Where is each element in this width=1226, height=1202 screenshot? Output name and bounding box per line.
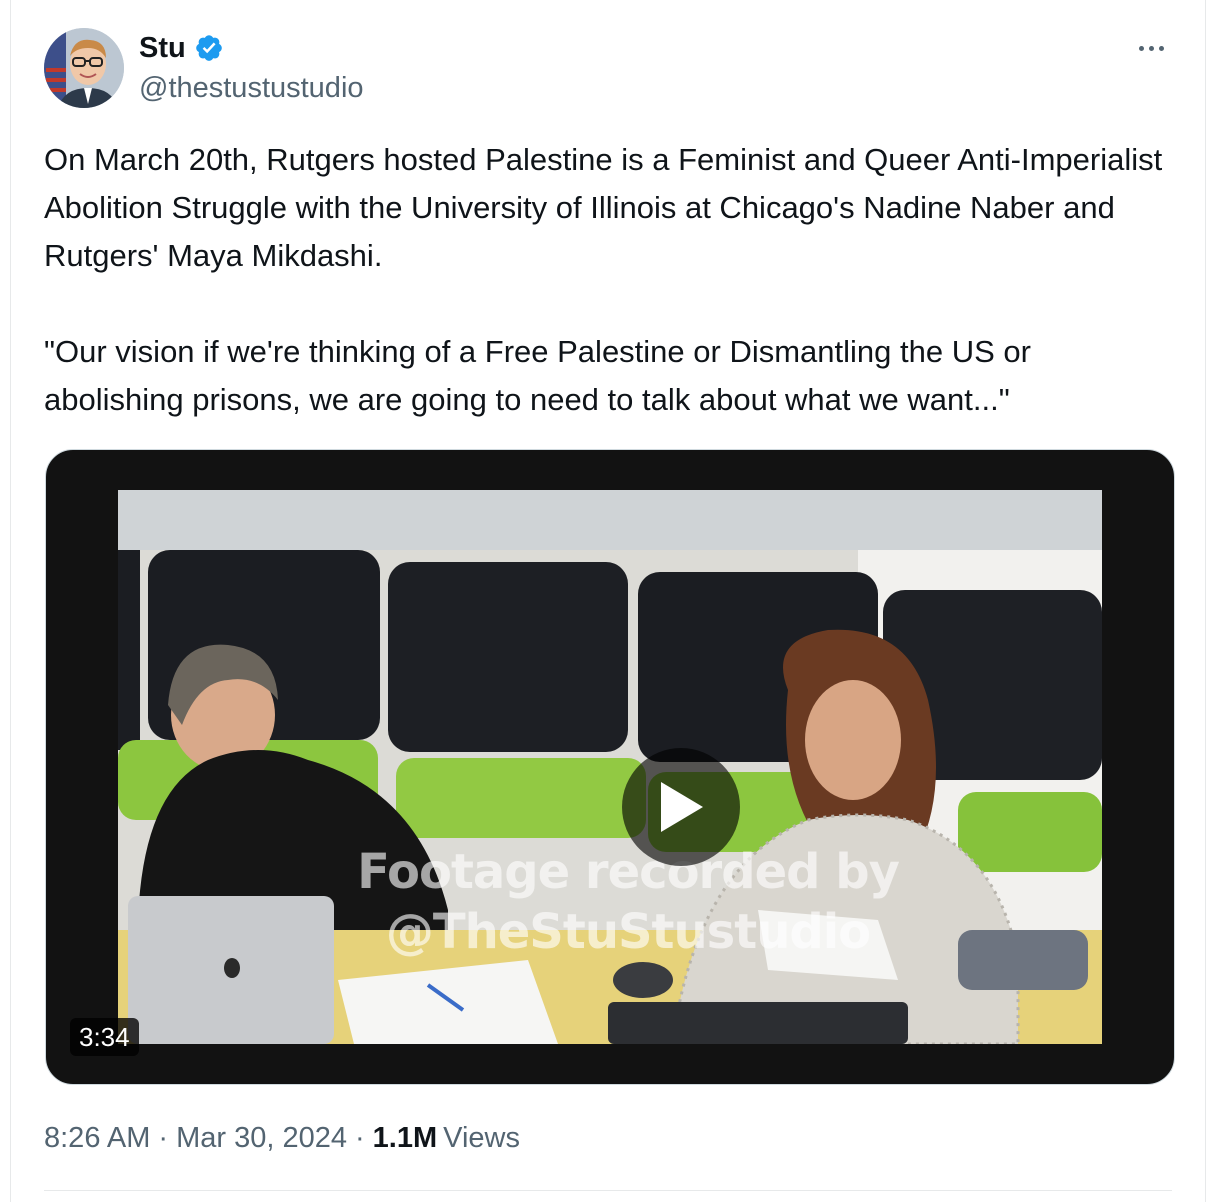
play-button[interactable] (622, 748, 740, 866)
meta-separator: · (158, 1122, 169, 1154)
watermark-line: Footage recorded by (357, 844, 900, 900)
author-handle[interactable]: @thestustustudio (139, 70, 364, 106)
tweet-card: Stu @thestustustudio On March 20th, Rutg… (10, 0, 1206, 1202)
video-watermark: Footage recorded by @TheStuStustudio (308, 842, 948, 962)
avatar-image (44, 28, 124, 108)
author-name-row[interactable]: Stu (139, 30, 224, 66)
watermark-line: @TheStuStustudio (385, 904, 871, 960)
more-options-button[interactable] (1131, 30, 1171, 66)
tweet-meta: 8:26 AM · Mar 30, 2024 · 1.1M Views (44, 1120, 520, 1156)
video-duration: 3:34 (70, 1018, 139, 1056)
views-count: 1.1M (372, 1122, 438, 1154)
video-player[interactable]: Footage recorded by @TheStuStustudio 3:3… (45, 449, 1175, 1085)
tweet-date[interactable]: Mar 30, 2024 (176, 1120, 347, 1156)
video-thumbnail: Footage recorded by @TheStuStustudio (118, 490, 1102, 1044)
play-icon (661, 782, 703, 832)
tweet-paragraph: "Our vision if we're thinking of a Free … (44, 334, 1031, 417)
tweet-paragraph: On March 20th, Rutgers hosted Palestine … (44, 142, 1163, 273)
more-horizontal-icon (1138, 45, 1144, 51)
meta-separator: · (354, 1122, 365, 1154)
author-display-name[interactable]: Stu (139, 30, 186, 66)
verified-badge-icon[interactable] (194, 33, 224, 63)
divider (44, 1190, 1172, 1191)
views-label: Views (443, 1122, 520, 1154)
avatar[interactable] (44, 28, 124, 108)
tweet-text: On March 20th, Rutgers hosted Palestine … (44, 136, 1174, 424)
tweet-time[interactable]: 8:26 AM (44, 1120, 150, 1156)
